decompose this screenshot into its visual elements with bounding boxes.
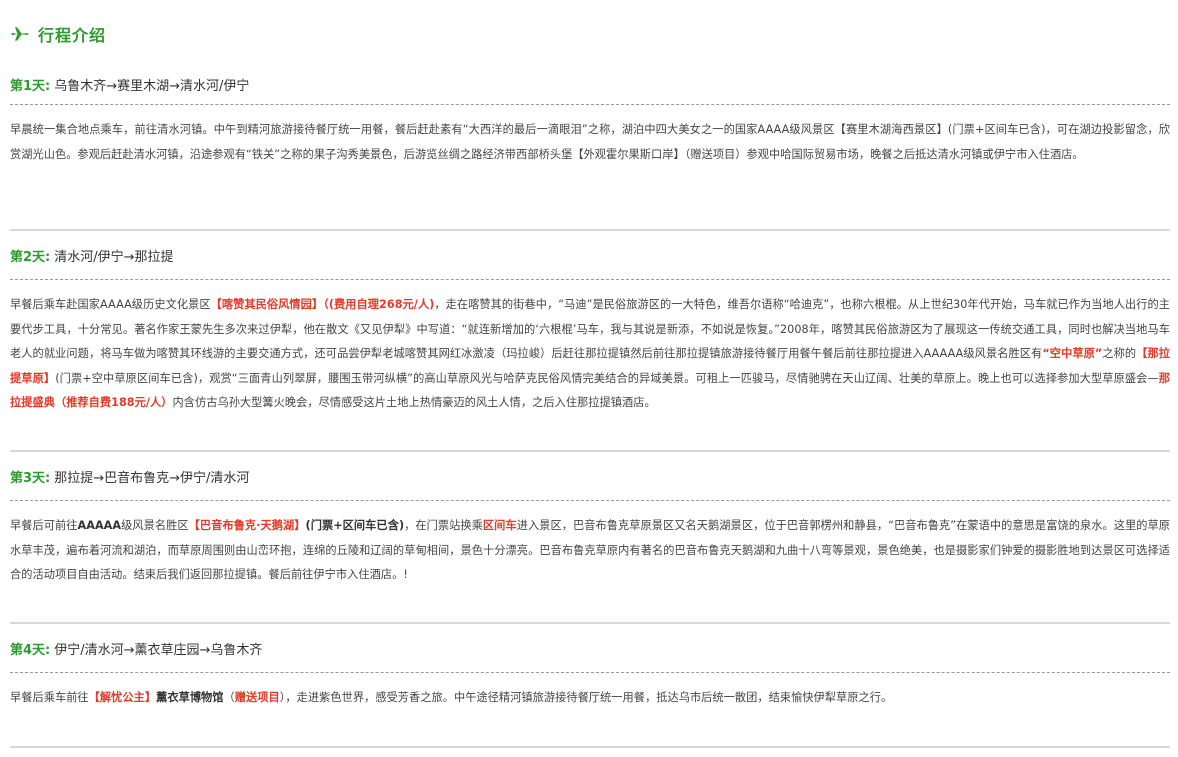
airplane-icon <box>11 27 29 41</box>
divider-solid <box>10 746 1170 748</box>
highlight-princess: 【解忧公主】 <box>88 691 157 704</box>
day-2-block: 第2天: 清水河/伊宁→那拉提 早餐后乘车赴国家AAAA级历史文化景区【喀赞其民… <box>10 241 1170 416</box>
day-1-heading: 第1天: 乌鲁木齐→赛里木湖→清水河/伊宁 <box>10 70 1170 98</box>
divider-dashed <box>10 104 1170 105</box>
day-3-description: 早餐后可前往AAAAA级风景名胜区【巴音布鲁克·天鹅湖】(门票+区间车已含)，在… <box>10 519 1170 582</box>
day-2-label: 第2天: <box>10 249 51 265</box>
day-2-description: 早餐后乘车赴国家AAAA级历史文化景区【喀赞其民俗风情园】（(费用自理268元/… <box>10 298 1171 410</box>
section-title: 行程介绍 <box>38 26 107 45</box>
day-1-block: 第1天: 乌鲁木齐→赛里木湖→清水河/伊宁 早晨统一集合地点乘车，前往清水河镇。… <box>10 70 1170 167</box>
divider-solid <box>10 450 1170 452</box>
divider-dashed <box>10 672 1170 673</box>
divider-dashed <box>10 500 1170 501</box>
highlight-bayinbuluke: 【巴音布鲁克·天鹅湖】 <box>188 519 306 532</box>
divider-solid <box>10 229 1170 231</box>
divider-solid <box>10 622 1170 624</box>
day-1-route: 乌鲁木齐→赛里木湖→清水河/伊宁 <box>54 78 250 94</box>
divider-dashed <box>10 279 1170 280</box>
day-2-route: 清水河/伊宁→那拉提 <box>54 249 174 265</box>
day-3-block: 第3天: 那拉提→巴音布鲁克→伊宁/清水河 早餐后可前往AAAAA级风景名胜区【… <box>10 462 1170 588</box>
highlight-sky-grassland: “空中草原” <box>1042 347 1103 361</box>
day-4-block: 第4天: 伊宁/清水河→薰衣草庄园→乌鲁木齐 早餐后乘车前往【解忧公主】薰衣草博… <box>10 634 1170 711</box>
day-3-heading: 第3天: 那拉提→巴音布鲁克→伊宁/清水河 <box>10 462 1170 490</box>
highlight-free-item: 赠送项目 <box>234 691 280 704</box>
section-header: 行程介绍 <box>10 20 106 48</box>
day-3-label: 第3天: <box>10 470 51 486</box>
highlight-kazanqi: 【喀赞其民俗风情园】（(费用自理268元/人) <box>210 298 435 311</box>
day-4-heading: 第4天: 伊宁/清水河→薰衣草庄园→乌鲁木齐 <box>10 634 1170 662</box>
day-3-route: 那拉提→巴音布鲁克→伊宁/清水河 <box>54 470 250 486</box>
highlight-shuttle: 区间车 <box>482 519 517 532</box>
day-1-description: 早晨统一集合地点乘车，前往清水河镇。中午到精河旅游接待餐厅统一用餐，餐后赶赴素有… <box>10 123 1170 161</box>
day-4-label: 第4天: <box>10 642 51 658</box>
day-4-description: 早餐后乘车前往【解忧公主】薰衣草博物馆（赠送项目），走进紫色世界，感受芳香之旅。… <box>10 691 893 704</box>
day-1-label: 第1天: <box>10 78 51 94</box>
day-4-route: 伊宁/清水河→薰衣草庄园→乌鲁木齐 <box>54 642 263 658</box>
day-2-heading: 第2天: 清水河/伊宁→那拉提 <box>10 241 1170 269</box>
